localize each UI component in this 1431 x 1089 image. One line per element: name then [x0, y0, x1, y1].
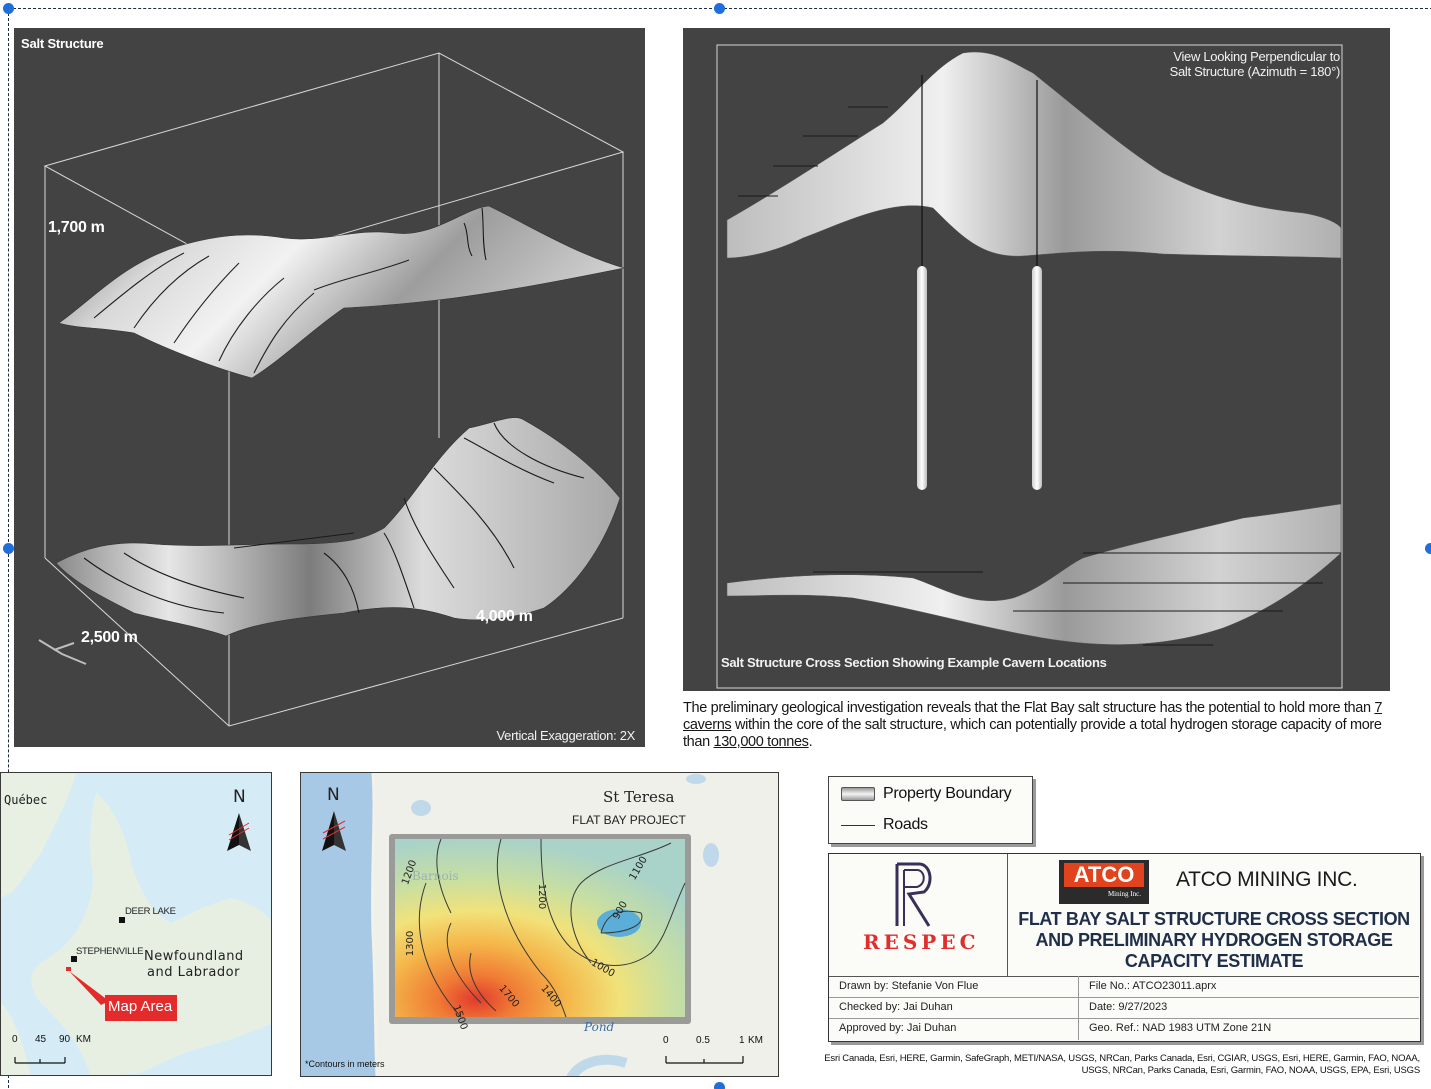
description-text: The preliminary geological investigation… — [683, 700, 1383, 750]
deer-lake-marker — [119, 917, 125, 923]
scale-0: 0 — [12, 1034, 18, 1045]
resize-handle-middle-right[interactable] — [1425, 543, 1431, 554]
atco-logo-sub: Mining Inc. — [1107, 890, 1141, 898]
scale-unit: KM — [76, 1034, 91, 1045]
approved-by: Approved by: Jai Duhan — [839, 1022, 957, 1034]
contours-note: *Contours in meters — [305, 1059, 385, 1069]
legend: Property Boundary Roads — [828, 776, 1033, 844]
resize-handle-top-center[interactable] — [714, 3, 725, 14]
salt-structure-title: Salt Structure — [21, 36, 104, 51]
province-label-line-1: Newfoundland — [144, 949, 244, 964]
checked-by: Checked by: Jai Duhan — [839, 1001, 953, 1013]
property-boundary-swatch — [841, 787, 875, 801]
drawing-title-line-1: FLAT BAY SALT STRUCTURE CROSS SECTION — [1018, 909, 1410, 929]
salt-structure-3d-panel: Salt Structure 1,700 m 2,500 m 4,000 m V… — [14, 28, 645, 747]
resize-handle-bottom-center[interactable] — [714, 1082, 725, 1089]
faded-place-label: Barnois — [412, 869, 459, 883]
north-arrow-icon — [227, 813, 251, 851]
salt-bottom-surface — [55, 417, 621, 637]
view-note-line-2: Salt Structure (Azimuth = 180°) — [1169, 64, 1341, 79]
width-label: 2,500 m — [81, 629, 138, 646]
pond-label: Pond — [584, 1020, 615, 1034]
legend-item-roads: Roads — [841, 816, 928, 834]
scale-1: 1 — [739, 1035, 745, 1046]
scale-0: 0 — [663, 1035, 669, 1046]
axis-indicator-icon — [38, 639, 87, 665]
atco-logo: ATCO Mining Inc. — [1059, 860, 1149, 904]
respec-label: RESPEC — [863, 930, 980, 954]
vertical-exaggeration: Vertical Exaggeration: 2X — [496, 728, 636, 743]
province-label-line-2: and Labrador — [147, 965, 240, 980]
north-label: N — [327, 785, 340, 805]
drawing-title-line-2: AND PRELIMINARY HYDROGEN STORAGE — [1035, 930, 1393, 950]
drawn-by: Drawn by: Stefanie Von Flue — [839, 980, 979, 992]
cross-section-upper-body — [726, 51, 1342, 259]
cross-section-lower-body — [726, 503, 1342, 645]
length-label: 4,000 m — [476, 608, 533, 625]
resize-handle-top-left[interactable] — [3, 3, 14, 14]
locator-map[interactable]: Québec N DEER LAKE STEPHENVILLE Newfound… — [0, 772, 272, 1076]
cavern-1 — [917, 266, 927, 490]
salt-top-surface — [58, 205, 625, 379]
cavern-2 — [1032, 266, 1042, 490]
legend-item-property-boundary: Property Boundary — [841, 785, 1012, 803]
project-map-basemap — [301, 773, 744, 1076]
roads-swatch — [841, 824, 875, 826]
stephenville-label: STEPHENVILLE — [76, 946, 144, 957]
project-map[interactable]: N St Teresa FLAT BAY PROJECT Barnois Pon… — [300, 772, 779, 1077]
scale-half: 0.5 — [696, 1035, 710, 1046]
drawing-title-line-3: CAPACITY ESTIMATE — [1124, 951, 1304, 971]
scale-bar — [665, 1056, 744, 1064]
map-area-label: Map Area — [108, 998, 173, 1015]
map-credits: Esri Canada, Esri, HERE, Garmin, SafeGra… — [800, 1053, 1420, 1077]
st-teresa-label: St Teresa — [603, 788, 675, 806]
scale-bar — [14, 1057, 66, 1064]
deer-lake-label: DEER LAKE — [125, 906, 176, 917]
view-note-line-1: View Looking Perpendicular to — [1173, 49, 1340, 64]
respec-logo-icon — [895, 862, 932, 927]
tonnes-highlight: 130,000 tonnes — [713, 734, 809, 750]
contour-1200-central: 1200 — [536, 883, 548, 910]
date: Date: 9/27/2023 — [1089, 1001, 1168, 1013]
credits-line-2: USGS, NRCan, Parks Canada, Esri, Garmin,… — [1081, 1065, 1421, 1076]
resize-handle-middle-left[interactable] — [3, 543, 14, 554]
height-label: 1,700 m — [48, 219, 105, 236]
credits-line-1: Esri Canada, Esri, HERE, Garmin, SafeGra… — [824, 1053, 1420, 1064]
atco-logo-text: ATCO — [1064, 863, 1144, 887]
file-number: File No.: ATCO23011.aprx — [1089, 980, 1217, 992]
cross-section-panel: View Looking Perpendicular to Salt Struc… — [683, 28, 1390, 691]
scale-90: 90 — [59, 1034, 71, 1045]
cross-section-view — [716, 44, 1343, 689]
map-area-marker — [66, 967, 71, 971]
geo-reference: Geo. Ref.: NAD 1983 UTM Zone 21N — [1089, 1022, 1272, 1034]
cross-section-caption: Salt Structure Cross Section Showing Exa… — [721, 655, 1107, 670]
scale-unit: KM — [748, 1035, 763, 1046]
title-block: RESPEC ATCO Mining Inc. ATCO MINING INC.… — [828, 853, 1421, 1042]
project-name-label: FLAT BAY PROJECT — [572, 813, 686, 827]
legend-label-roads: Roads — [883, 816, 928, 833]
legend-label-property-boundary: Property Boundary — [883, 785, 1012, 802]
contour-1300: 1300 — [405, 930, 417, 957]
company-name: ATCO MINING INC. — [1176, 868, 1358, 891]
scale-45: 45 — [35, 1034, 47, 1045]
